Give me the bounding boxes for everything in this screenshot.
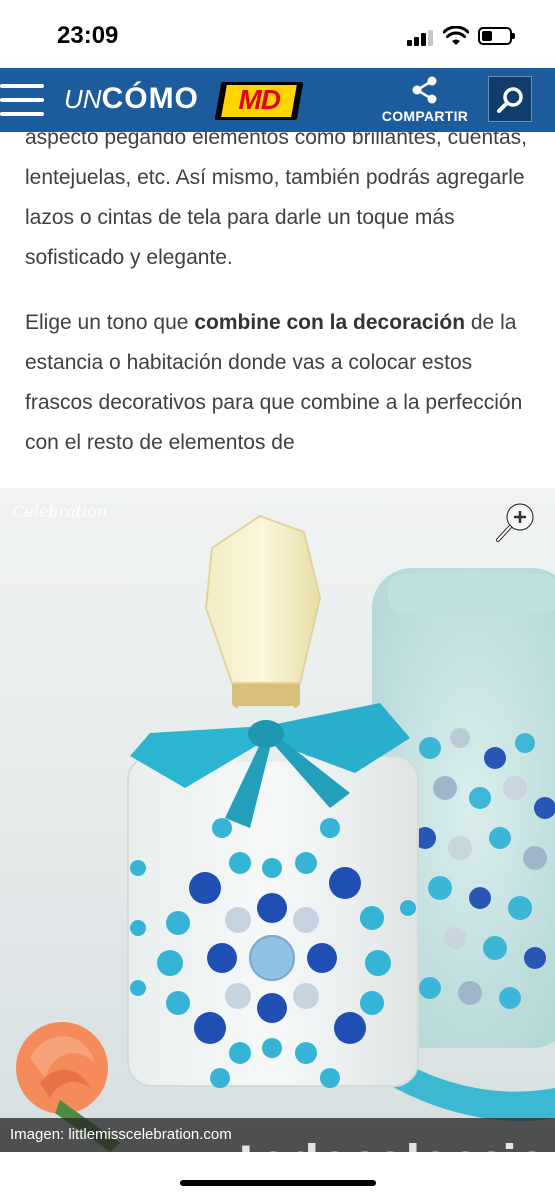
paragraph-2: Elige un tono que combine con la decorac… xyxy=(25,303,535,463)
article-image[interactable]: Celebration xyxy=(0,488,555,1152)
home-indicator[interactable] xyxy=(180,1180,376,1186)
article-body: aspecto pegando elementos como brillante… xyxy=(25,118,535,463)
logo-prefix: UN xyxy=(64,84,102,114)
share-icon xyxy=(412,76,437,104)
image-watermark: Celebration xyxy=(12,502,108,521)
site-header: UN CÓMO MD COMPARTIR xyxy=(0,68,555,132)
status-bar: 23:09 xyxy=(0,0,555,68)
paragraph-1: aspecto pegando elementos como brillante… xyxy=(25,118,535,278)
partner-logo-text: MD xyxy=(238,84,280,115)
hamburger-icon[interactable] xyxy=(0,82,44,118)
logo-main: CÓMO xyxy=(101,82,199,115)
perfume-bottle-illustration xyxy=(16,514,555,1152)
paragraph-2-start: Elige un tono que xyxy=(25,311,195,334)
search-icon xyxy=(497,87,523,113)
share-label: COMPARTIR xyxy=(381,108,469,124)
status-time: 23:09 xyxy=(57,22,119,49)
share-button[interactable]: COMPARTIR xyxy=(375,76,475,128)
site-logo[interactable]: UN CÓMO xyxy=(64,82,199,118)
paragraph-2-bold: combine con la decoración xyxy=(194,311,466,334)
battery-icon xyxy=(478,27,515,45)
overlay-watermark: todocoleccion xyxy=(238,1136,555,1185)
image-caption-text: Imagen: littlemisscelebration.com xyxy=(10,1126,232,1143)
wifi-icon xyxy=(443,26,469,45)
cellular-signal-icon xyxy=(407,30,433,46)
search-button[interactable] xyxy=(488,76,532,122)
zoom-in-icon[interactable] xyxy=(494,500,538,544)
partner-logo[interactable]: MD xyxy=(214,82,304,120)
